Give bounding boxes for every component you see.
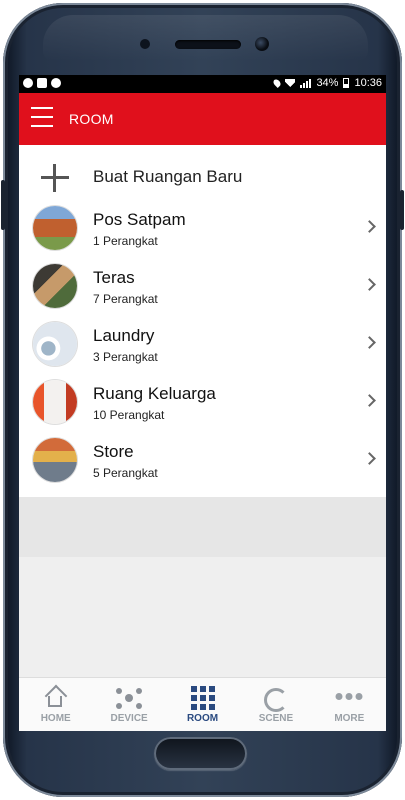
messenger-icon xyxy=(51,78,61,88)
signal-icon xyxy=(300,78,312,88)
room-thumbnail xyxy=(33,438,77,482)
room-item-ruang-keluarga[interactable]: Ruang Keluarga 10 Perangkat xyxy=(19,374,386,432)
room-device-count: 3 Perangkat xyxy=(93,350,158,364)
chevron-right-icon xyxy=(363,394,376,407)
proximity-sensor xyxy=(140,39,150,49)
device-network-icon xyxy=(116,686,143,710)
system-status: 34% 10:36 xyxy=(272,77,382,89)
battery-icon xyxy=(343,78,350,88)
app-bar: ROOM xyxy=(19,93,386,145)
scene-refresh-icon xyxy=(263,688,288,712)
chevron-right-icon xyxy=(363,452,376,465)
wifi-icon xyxy=(285,79,296,87)
room-item-store[interactable]: Store 5 Perangkat xyxy=(19,432,386,490)
nav-device[interactable]: DEVICE xyxy=(92,678,165,731)
room-device-count: 1 Perangkat xyxy=(93,234,158,248)
clock: 10:36 xyxy=(354,77,382,89)
notification-icons xyxy=(23,78,61,88)
mail-icon xyxy=(37,78,47,88)
nav-room[interactable]: ROOM xyxy=(166,678,239,731)
room-thumbnail xyxy=(33,322,77,366)
chevron-right-icon xyxy=(363,220,376,233)
nav-more[interactable]: MORE xyxy=(313,678,386,731)
chevron-right-icon xyxy=(363,336,376,349)
nav-home[interactable]: HOME xyxy=(19,678,92,731)
earpiece-speaker xyxy=(175,40,241,49)
plus-icon xyxy=(41,164,69,192)
room-name: Pos Satpam xyxy=(93,210,186,229)
battery-percent: 34% xyxy=(316,77,339,89)
nav-more-label: MORE xyxy=(334,713,365,724)
room-thumbnail xyxy=(33,264,77,308)
phone-screen: 34% 10:36 ROOM Buat Ruangan Baru Pos Sat… xyxy=(19,75,386,731)
bottom-navigation: HOME DEVICE ROOM SCENE MORE xyxy=(19,677,386,731)
location-icon xyxy=(272,78,283,88)
room-thumbnail xyxy=(33,380,77,424)
front-camera xyxy=(255,37,269,51)
chevron-right-icon xyxy=(363,278,376,291)
hamburger-icon[interactable] xyxy=(31,107,53,129)
room-device-count: 10 Perangkat xyxy=(93,408,165,422)
nav-device-label: DEVICE xyxy=(110,713,148,724)
room-item-teras[interactable]: Teras 7 Perangkat xyxy=(19,258,386,316)
nav-home-label: HOME xyxy=(40,713,71,724)
nav-scene[interactable]: SCENE xyxy=(239,678,312,731)
room-item-pos-satpam[interactable]: Pos Satpam 1 Perangkat xyxy=(19,200,386,258)
page-title: ROOM xyxy=(69,111,114,127)
empty-list-area xyxy=(19,497,386,557)
volume-button[interactable] xyxy=(1,180,5,230)
home-hardware-button[interactable] xyxy=(154,737,247,770)
room-name: Store xyxy=(93,442,134,461)
room-list: Buat Ruangan Baru Pos Satpam 1 Perangkat… xyxy=(19,145,386,497)
nav-scene-label: SCENE xyxy=(258,713,294,724)
room-device-count: 5 Perangkat xyxy=(93,466,158,480)
room-name: Ruang Keluarga xyxy=(93,384,216,403)
status-bar: 34% 10:36 xyxy=(19,75,386,93)
whatsapp-icon xyxy=(23,78,33,88)
more-dots-icon xyxy=(335,693,363,700)
room-item-laundry[interactable]: Laundry 3 Perangkat xyxy=(19,316,386,374)
room-thumbnail xyxy=(33,206,77,250)
room-name: Laundry xyxy=(93,326,155,345)
room-name: Teras xyxy=(93,268,135,287)
room-grid-icon xyxy=(190,686,215,710)
home-icon xyxy=(45,686,67,708)
power-button[interactable] xyxy=(400,190,404,230)
nav-room-label: ROOM xyxy=(186,713,219,724)
phone-bezel-shine xyxy=(43,15,368,61)
room-device-count: 7 Perangkat xyxy=(93,292,158,306)
add-room-label: Buat Ruangan Baru xyxy=(93,167,243,186)
